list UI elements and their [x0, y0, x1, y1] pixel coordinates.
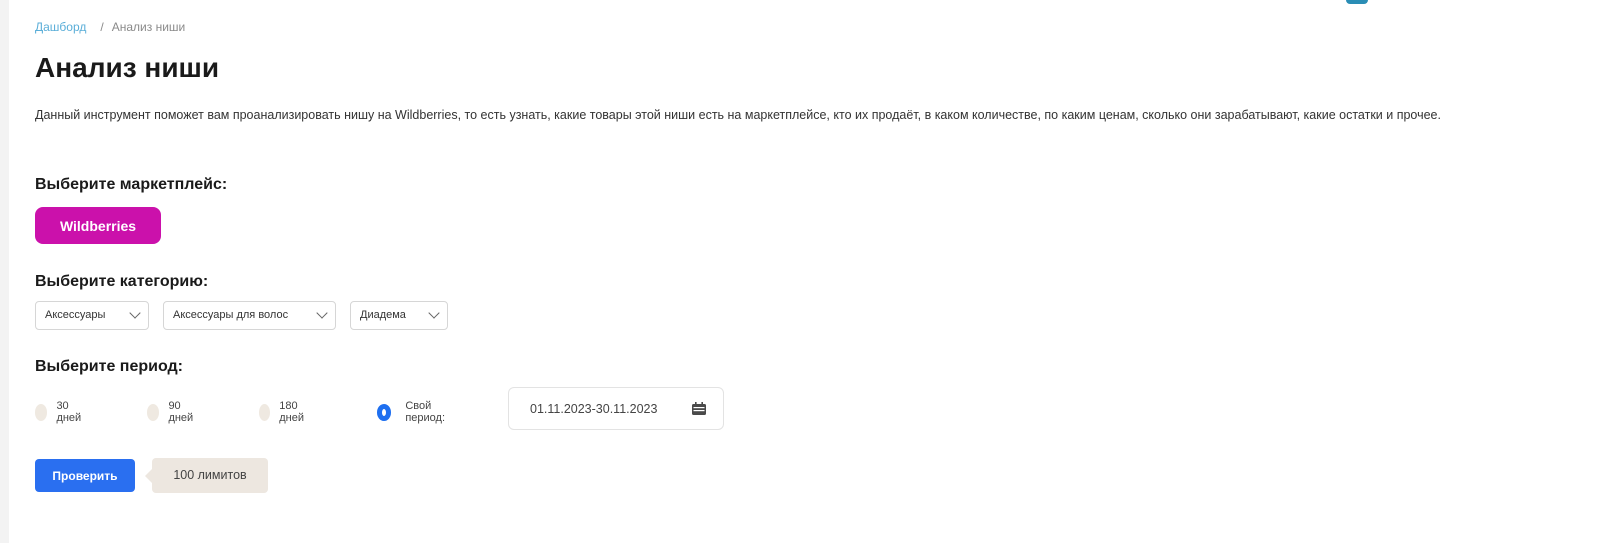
marketplace-label: Выберите маркетплейс:	[35, 176, 228, 193]
marketplace-wildberries-button[interactable]: Wildberries	[35, 207, 161, 244]
period-radio-30[interactable]: 30 дней	[35, 400, 86, 424]
period-radio-180-label: 180 дней	[279, 400, 304, 424]
calendar-icon[interactable]	[691, 402, 707, 416]
chevron-down-icon	[428, 307, 440, 319]
limits-badge: 100 лимитов	[145, 458, 268, 493]
period-radio-90-label: 90 дней	[168, 400, 194, 424]
period-radio-90[interactable]: 90 дней	[147, 400, 198, 424]
category-select-2[interactable]: Аксессуары для волос	[163, 301, 336, 330]
breadcrumb: Дашборд / Анализ ниши	[35, 20, 185, 34]
breadcrumb-current: Анализ ниши	[111, 20, 186, 34]
radio-unchecked-icon	[147, 403, 160, 421]
page-title: Анализ ниши	[35, 52, 220, 83]
custom-period-date-input[interactable]: 01.11.2023-30.11.2023	[508, 387, 724, 430]
category-select-3-value: Диадема	[360, 309, 406, 321]
date-range-value: 01.11.2023-30.11.2023	[530, 402, 658, 416]
period-label: Выберите период:	[35, 358, 184, 375]
category-select-3[interactable]: Диадема	[350, 301, 448, 330]
check-button[interactable]: Проверить	[35, 459, 135, 492]
category-select-1[interactable]: Аксессуары	[35, 301, 149, 330]
period-radio-custom[interactable]: Свой период:	[377, 400, 448, 424]
period-radio-30-label: 30 дней	[56, 400, 82, 424]
left-edge-strip	[0, 0, 9, 543]
radio-unchecked-icon	[35, 403, 48, 421]
chevron-down-icon	[316, 307, 328, 319]
period-radio-180[interactable]: 180 дней	[259, 400, 310, 424]
page-description: Данный инструмент поможет вам проанализи…	[35, 108, 1441, 122]
category-select-2-value: Аксессуары для волос	[173, 309, 289, 321]
breadcrumb-home-link[interactable]: Дашборд	[35, 20, 86, 34]
period-radio-custom-label: Свой период:	[405, 400, 445, 424]
top-corner-icon[interactable]	[1346, 0, 1368, 4]
radio-checked-icon	[377, 403, 392, 421]
chevron-down-icon	[129, 307, 141, 319]
radio-unchecked-icon	[259, 403, 271, 421]
breadcrumb-separator: /	[100, 20, 104, 34]
category-label: Выберите категорию:	[35, 273, 209, 290]
category-select-1-value: Аксессуары	[45, 309, 106, 321]
